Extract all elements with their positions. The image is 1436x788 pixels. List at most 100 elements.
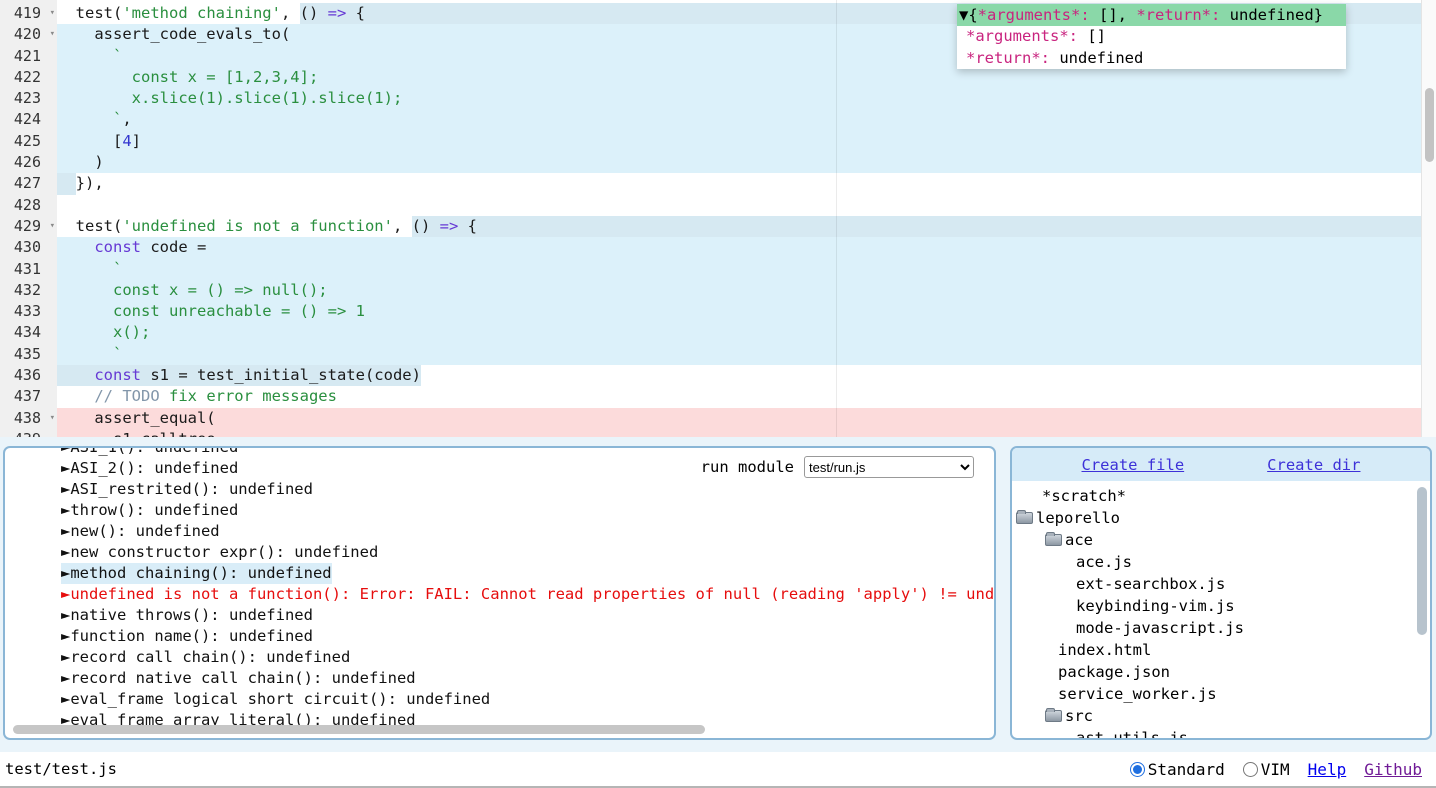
code-token: { (346, 3, 365, 24)
fold-arrow-icon[interactable]: ▾ (50, 28, 55, 40)
create-file-link[interactable]: Create file (1082, 456, 1185, 474)
gutter-line-number[interactable]: 422 (0, 67, 57, 88)
gutter-line-number[interactable]: 437 (0, 386, 57, 407)
tree-scrollbar-thumb[interactable] (1417, 487, 1427, 635)
result-row[interactable]: ►ASI_restrited(): undefined (5, 479, 994, 500)
result-row[interactable]: ►native throws(): undefined (5, 605, 994, 626)
result-row[interactable]: ►undefined is not a function(): Error: F… (5, 584, 994, 605)
editor-line[interactable]: `, (57, 109, 1421, 130)
editor-line[interactable]: ` (57, 259, 1421, 280)
result-row[interactable]: ►method chaining(): undefined (5, 563, 994, 584)
result-row[interactable]: ►record native call chain(): undefined (5, 668, 994, 689)
gutter-line-number[interactable]: 420▾ (0, 24, 57, 45)
results-scrollbar-thumb[interactable] (13, 725, 705, 734)
tree-row[interactable]: keybinding-vim.js (1012, 595, 1430, 617)
result-row[interactable]: ►record call chain(): undefined (5, 647, 994, 668)
tooltip-property-row[interactable]: *arguments*: [] (957, 26, 1346, 48)
editor-line[interactable]: ` (57, 344, 1421, 365)
code-token: () (412, 216, 440, 237)
gutter-line-number[interactable]: 439 (0, 429, 57, 437)
editor-line[interactable]: x.slice(1).slice(1).slice(1); (57, 88, 1421, 109)
result-row[interactable]: ►new constructor expr(): undefined (5, 542, 994, 563)
tooltip-header-token: ▼{ (959, 6, 978, 24)
editor-line[interactable]: const x = () => null(); (57, 280, 1421, 301)
gutter-line-number[interactable]: 434 (0, 322, 57, 343)
gutter-line-number[interactable]: 430 (0, 237, 57, 258)
gutter-line-number[interactable]: 424 (0, 109, 57, 130)
gutter-line-number[interactable]: 425 (0, 131, 57, 152)
editor-line[interactable]: const unreachable = () => 1 (57, 301, 1421, 322)
code-token: { (458, 216, 477, 237)
gutter-line-number[interactable]: 426 (0, 152, 57, 173)
editor-line[interactable]: const x = [1,2,3,4]; (57, 67, 1421, 88)
editor-line[interactable]: s1.calltree (57, 429, 1421, 437)
gutter-line-number[interactable]: 429▾ (0, 216, 57, 237)
keybinding-standard-option[interactable]: Standard (1130, 760, 1225, 779)
help-link[interactable]: Help (1308, 760, 1347, 779)
code-editor[interactable]: 419▾420▾421422423424425426427428429▾4304… (0, 0, 1436, 437)
code-token: test( (57, 216, 122, 237)
code-token: ` (57, 46, 122, 67)
gutter-line-number[interactable]: 421 (0, 46, 57, 67)
test-results-list: ►ASI_1(): undefined►ASI_2(): undefined►A… (5, 453, 994, 731)
fold-arrow-icon[interactable]: ▾ (50, 7, 55, 19)
fold-arrow-icon[interactable]: ▾ (50, 220, 55, 232)
editor-line[interactable]: test('undefined is not a function', () =… (57, 216, 1421, 237)
gutter-line-number[interactable]: 423 (0, 88, 57, 109)
editor-line[interactable]: // TODO fix error messages (57, 386, 1421, 407)
code-token: x.slice(1).slice(1).slice(1); (57, 88, 402, 109)
tree-vertical-scrollbar[interactable] (1416, 485, 1428, 738)
keybinding-vim-option[interactable]: VIM (1243, 760, 1290, 779)
results-horizontal-scrollbar[interactable] (11, 725, 991, 735)
editor-line[interactable]: ) (57, 152, 1421, 173)
tooltip-token: undefined (1050, 49, 1143, 67)
gutter-line-number[interactable]: 428 (0, 195, 57, 216)
tree-row[interactable]: package.json (1012, 661, 1430, 683)
gutter-line-number[interactable]: 436 (0, 365, 57, 386)
value-inspector-tooltip[interactable]: ▼{*arguments*: [], *return*: undefined} … (957, 4, 1346, 69)
code-token (57, 365, 94, 386)
create-dir-link[interactable]: Create dir (1267, 456, 1360, 474)
gutter-line-number[interactable]: 438▾ (0, 408, 57, 429)
tree-row[interactable]: ace.js (1012, 551, 1430, 573)
gutter-line-number[interactable]: 419▾ (0, 3, 57, 24)
editor-line[interactable]: [4] (57, 131, 1421, 152)
gutter-line-number[interactable]: 433 (0, 301, 57, 322)
editor-line[interactable]: assert_equal( (57, 408, 1421, 429)
tooltip-property-row[interactable]: *return*: undefined (957, 48, 1346, 70)
gutter-line-number[interactable]: 435 (0, 344, 57, 365)
tree-row[interactable]: index.html (1012, 639, 1430, 661)
tree-item-label: mode-javascript.js (1076, 617, 1244, 639)
editor-line[interactable]: }), (57, 173, 1421, 194)
standard-radio[interactable] (1130, 762, 1145, 777)
tooltip-summary-row[interactable]: ▼{*arguments*: [], *return*: undefined} (957, 4, 1346, 26)
gutter-line-number[interactable]: 431 (0, 259, 57, 280)
tree-row[interactable]: ast_utils.js (1012, 727, 1430, 740)
tree-row[interactable]: src (1012, 705, 1430, 727)
tree-row[interactable]: ext-searchbox.js (1012, 573, 1430, 595)
folder-icon (1045, 710, 1062, 722)
editor-scrollbar-thumb[interactable] (1425, 88, 1434, 162)
result-row[interactable]: ►function name(): undefined (5, 626, 994, 647)
gutter-line-number[interactable]: 432 (0, 280, 57, 301)
code-token: ] (132, 131, 141, 152)
tree-row[interactable]: leporello (1012, 507, 1430, 529)
gutter-line-number[interactable]: 427 (0, 173, 57, 194)
result-row[interactable]: ►eval_frame logical short circuit(): und… (5, 689, 994, 710)
result-row[interactable]: ►new(): undefined (5, 521, 994, 542)
tree-row[interactable]: service_worker.js (1012, 683, 1430, 705)
editor-line[interactable]: x(); (57, 322, 1421, 343)
editor-line[interactable]: const code = (57, 237, 1421, 258)
github-link[interactable]: Github (1364, 760, 1422, 779)
code-token (57, 237, 94, 258)
tree-row[interactable]: mode-javascript.js (1012, 617, 1430, 639)
fold-arrow-icon[interactable]: ▾ (50, 412, 55, 424)
run-module-select[interactable]: test/run.js (804, 456, 974, 478)
editor-line[interactable] (57, 195, 1421, 216)
tree-row[interactable]: *scratch* (1012, 485, 1430, 507)
editor-line[interactable]: const s1 = test_initial_state(code) (57, 365, 1421, 386)
tree-row[interactable]: ace (1012, 529, 1430, 551)
result-row[interactable]: ►throw(): undefined (5, 500, 994, 521)
editor-vertical-scrollbar[interactable] (1421, 0, 1436, 437)
vim-radio[interactable] (1243, 762, 1258, 777)
